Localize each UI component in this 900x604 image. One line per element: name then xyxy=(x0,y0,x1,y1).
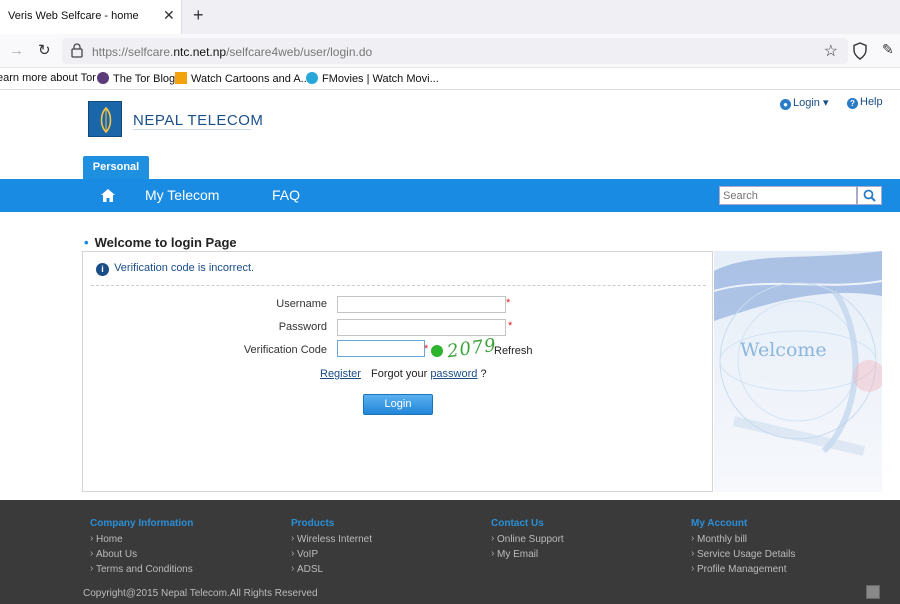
browser-tab-bar: Veris Web Selfcare - home ✕ + xyxy=(0,0,900,34)
cartoon-site-icon xyxy=(175,72,187,84)
url-text[interactable]: https://selfcare.ntc.net.np/selfcare4web… xyxy=(92,45,372,59)
user-icon: ● xyxy=(780,99,791,110)
refresh-captcha-link[interactable]: Refresh xyxy=(494,345,533,357)
footer-link[interactable]: VoIP xyxy=(291,548,372,560)
bookmark-item[interactable]: earn more about Tor xyxy=(0,72,96,84)
close-icon[interactable]: ✕ xyxy=(163,7,175,24)
back-arrow-icon[interactable]: → xyxy=(9,42,24,59)
main-menu-bar: My Telecom FAQ xyxy=(0,179,900,212)
shield-icon[interactable] xyxy=(852,42,868,60)
login-dropdown[interactable]: ● Login ▾ xyxy=(780,96,829,110)
welcome-banner-image: Welcome xyxy=(714,251,882,492)
password-field[interactable] xyxy=(337,319,506,336)
bookmark-item[interactable]: Watch Cartoons and A... xyxy=(175,72,310,85)
footer-link[interactable]: Profile Management xyxy=(691,563,795,575)
site-footer: Company Information Home About Us Terms … xyxy=(0,500,900,604)
extensions-icon[interactable]: ✎ xyxy=(882,41,894,58)
footer-column-contact: Contact Us Online Support My Email xyxy=(491,518,564,564)
nepal-telecom-logo[interactable] xyxy=(88,101,122,137)
forgot-password-text: Forgot your password ? xyxy=(371,368,487,380)
back-to-top-icon[interactable] xyxy=(866,585,880,599)
browser-tab[interactable]: Veris Web Selfcare - home ✕ xyxy=(0,0,182,34)
search-input[interactable] xyxy=(719,186,857,205)
footer-link[interactable]: About Us xyxy=(90,548,193,560)
play-icon xyxy=(306,72,318,84)
browser-nav-bar: → ↻ https://selfcare.ntc.net.np/selfcare… xyxy=(0,34,900,68)
bookmark-item[interactable]: FMovies | Watch Movi... xyxy=(306,72,439,85)
verification-code-field[interactable] xyxy=(337,340,425,357)
tab-personal[interactable]: Personal xyxy=(83,156,149,180)
lock-icon[interactable] xyxy=(70,43,84,58)
brand-underline xyxy=(133,129,251,130)
footer-column-products: Products Wireless Internet VoIP ADSL xyxy=(291,518,372,579)
tab-title: Veris Web Selfcare - home xyxy=(8,10,139,22)
banner-welcome-text: Welcome xyxy=(740,339,827,361)
page-title: • Welcome to login Page xyxy=(84,235,237,250)
reload-icon[interactable]: ↻ xyxy=(38,41,51,59)
title-bullet: • xyxy=(84,235,89,250)
footer-heading: Contact Us xyxy=(491,518,544,529)
forgot-password-link[interactable]: password xyxy=(430,368,477,380)
search-button[interactable] xyxy=(857,186,882,205)
footer-link[interactable]: Online Support xyxy=(491,533,564,545)
username-field[interactable] xyxy=(337,296,506,313)
bookmark-item[interactable]: The Tor Blog xyxy=(97,72,175,85)
footer-column-company: Company Information Home About Us Terms … xyxy=(90,518,193,579)
required-marker: * xyxy=(424,343,429,355)
copyright-text: Copyright@2015 Nepal Telecom.All Rights … xyxy=(83,588,318,599)
tor-onion-icon xyxy=(97,72,109,84)
menu-faq[interactable]: FAQ xyxy=(272,187,300,203)
divider xyxy=(91,285,706,286)
bookmark-star-icon[interactable]: ☆ xyxy=(824,41,838,61)
check-icon xyxy=(431,345,443,357)
address-bar[interactable]: https://selfcare.ntc.net.np/selfcare4web… xyxy=(62,38,848,64)
footer-column-account: My Account Monthly bill Service Usage De… xyxy=(691,518,795,579)
username-label: Username xyxy=(276,298,327,310)
bookmarks-bar: earn more about Tor The Tor Blog Watch C… xyxy=(0,68,900,90)
footer-link[interactable]: Monthly bill xyxy=(691,533,795,545)
footer-heading: Products xyxy=(291,518,335,529)
login-panel: i Verification code is incorrect. Userna… xyxy=(82,251,713,492)
info-icon: i xyxy=(96,263,109,276)
help-icon: ? xyxy=(847,98,858,109)
footer-link[interactable]: Terms and Conditions xyxy=(90,563,193,575)
globe-graphic xyxy=(714,251,882,492)
required-marker: * xyxy=(508,320,513,332)
captcha-image: 2079 xyxy=(445,334,499,363)
footer-link[interactable]: My Email xyxy=(491,548,564,560)
menu-my-telecom[interactable]: My Telecom xyxy=(145,187,219,203)
login-button[interactable]: Login xyxy=(363,394,433,415)
footer-link[interactable]: Wireless Internet xyxy=(291,533,372,545)
footer-heading: My Account xyxy=(691,518,748,529)
required-marker: * xyxy=(506,297,511,309)
verification-code-label: Verification Code xyxy=(243,344,327,356)
search-icon xyxy=(863,189,876,202)
footer-link[interactable]: ADSL xyxy=(291,563,372,575)
footer-link[interactable]: Service Usage Details xyxy=(691,548,795,560)
logo-emblem-icon xyxy=(100,106,112,134)
brand-name: NEPAL TELECOM xyxy=(133,112,264,129)
footer-link[interactable]: Home xyxy=(90,533,193,545)
home-icon[interactable] xyxy=(100,188,116,203)
new-tab-icon[interactable]: + xyxy=(193,5,204,26)
register-link[interactable]: Register xyxy=(320,368,361,380)
password-label: Password xyxy=(278,321,327,333)
footer-heading: Company Information xyxy=(90,518,194,529)
help-link[interactable]: ? Help xyxy=(847,96,883,109)
error-message: i Verification code is incorrect. xyxy=(96,262,254,276)
